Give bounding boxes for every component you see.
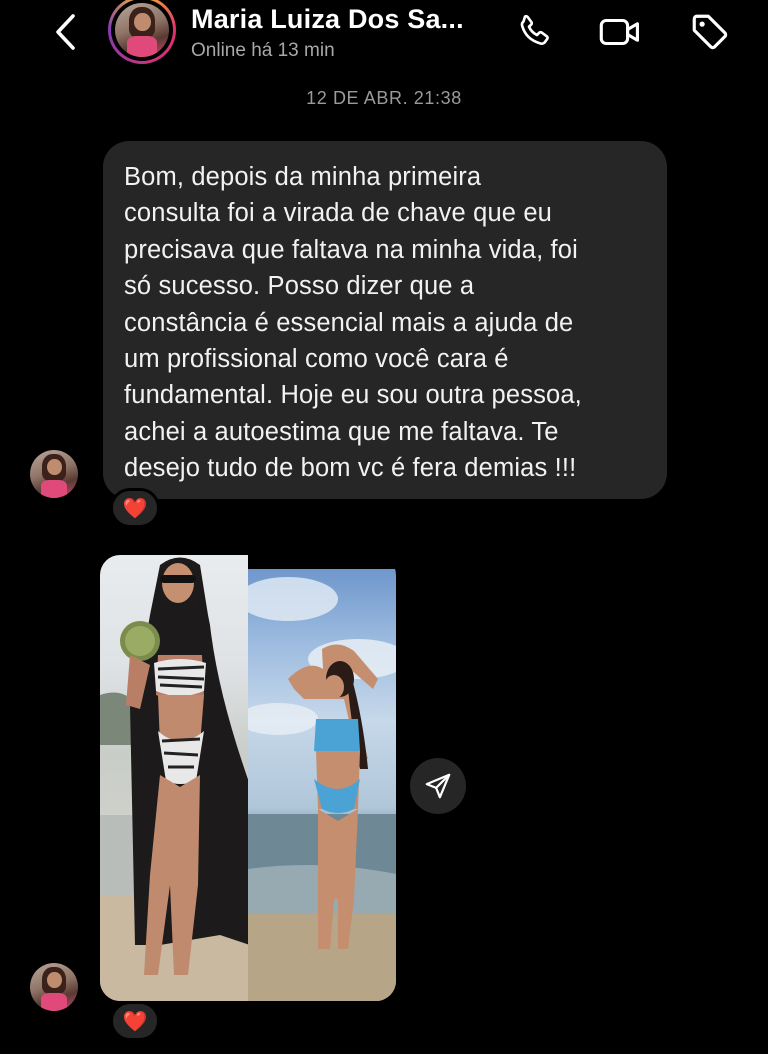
video-camera-icon — [599, 18, 639, 46]
heart-icon: ❤️ — [122, 497, 148, 520]
message-line: desejo tudo de bom vc é fera demias !!! — [124, 454, 577, 483]
photo-message[interactable] — [100, 555, 396, 1001]
photo-after — [238, 569, 396, 1001]
call-button[interactable] — [510, 8, 558, 56]
back-button[interactable] — [46, 10, 86, 54]
chat-header: Maria Luiza Dos Sa... Online há 13 min — [0, 0, 768, 72]
send-icon — [425, 773, 451, 799]
message-line: precisava que faltava na minha vida, foi — [124, 235, 578, 264]
photo-after-figure — [238, 577, 396, 1001]
message-line: Bom, depois da minha primeira — [124, 163, 482, 191]
avatar-photo — [115, 3, 169, 57]
message-line: constância é essencial mais a ajuda de — [124, 308, 574, 337]
heart-icon: ❤️ — [122, 1010, 148, 1033]
message-line: só sucesso. Posso dizer que a — [124, 272, 475, 301]
message-line: um profissional como você cara é — [124, 345, 509, 374]
sender-avatar[interactable] — [30, 963, 78, 1011]
video-call-button[interactable] — [597, 8, 645, 56]
photo-before — [100, 555, 250, 1001]
reaction-badge[interactable]: ❤️ — [110, 488, 160, 528]
message-bubble[interactable]: Bom, depois da minha primeira consulta f… — [103, 141, 667, 499]
share-photo-button[interactable] — [410, 758, 466, 814]
tag-button[interactable] — [686, 8, 734, 56]
message-line: consulta foi a virada de chave que eu — [124, 199, 553, 228]
message-line: achei a autoestima que me faltava. Te — [124, 417, 559, 446]
tag-icon — [692, 14, 728, 50]
message-line: fundamental. Hoje eu sou outra pessoa, — [124, 381, 582, 410]
phone-icon — [520, 14, 549, 46]
message-timestamp: 12 DE ABR. 21:38 — [306, 88, 462, 108]
chat-screen: Maria Luiza Dos Sa... Online há 13 min 1… — [0, 0, 768, 1054]
sender-avatar[interactable] — [30, 450, 78, 498]
contact-name[interactable]: Maria Luiza Dos Sa... — [191, 4, 464, 35]
chevron-left-icon — [56, 14, 75, 50]
reaction-badge[interactable]: ❤️ — [110, 1001, 160, 1041]
contact-avatar[interactable] — [108, 0, 178, 64]
photo-before-figure — [100, 557, 250, 1001]
contact-status: Online há 13 min — [191, 40, 335, 61]
